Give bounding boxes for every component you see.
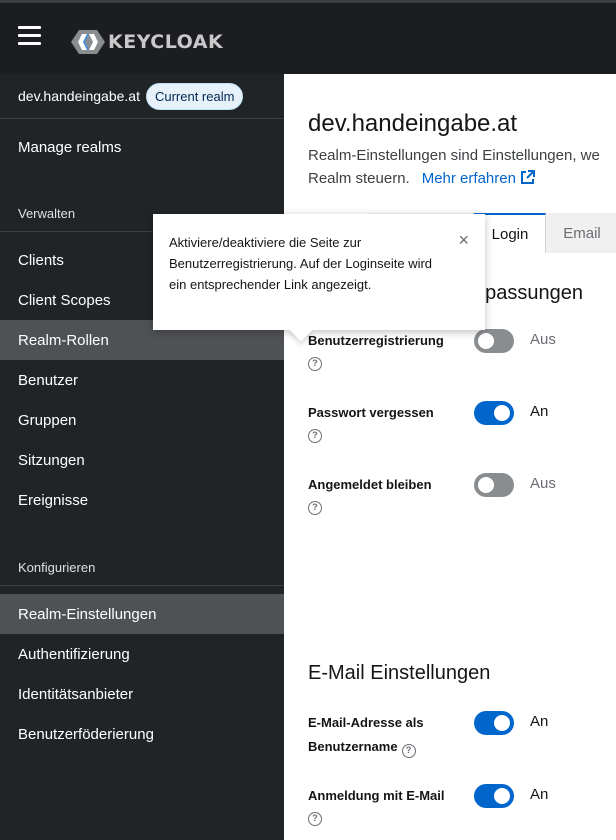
page-description-line1: Realm-Einstellungen sind Einstellungen, … [308, 147, 600, 164]
toggle-switch[interactable] [474, 711, 514, 735]
help-icon[interactable]: ? [308, 812, 322, 826]
help-popover-text: Aktiviere/deaktiviere die Seite zur Benu… [169, 235, 433, 292]
hamburger-menu-icon[interactable] [18, 26, 41, 50]
sidebar: dev.handeingabe.at Current realm Manage … [0, 74, 284, 840]
toggle-switch[interactable] [474, 329, 514, 353]
learn-more-label: Mehr erfahren [421, 170, 516, 187]
current-realm-badge: Current realm [145, 82, 244, 110]
section-heading-email: E-Mail Einstellungen [308, 662, 491, 684]
learn-more-link[interactable]: Mehr erfahren [422, 170, 535, 187]
sidebar-item-sitzungen[interactable]: Sitzungen [0, 440, 284, 480]
toggle-knob [494, 788, 510, 804]
page-description-line2-text: Realm steuern. [308, 170, 410, 187]
form-label: Anmeldung mit E-Mail [308, 788, 445, 803]
sidebar-item-identitaetsanbieter[interactable]: Identitätsanbieter [0, 674, 284, 714]
sidebar-section-konfigurieren: Konfigurieren [18, 560, 96, 575]
toggle-knob [478, 333, 494, 349]
toggle-switch[interactable] [474, 784, 514, 808]
form-row-benutzerregistrierung: Benutzerregistrierung ? Aus [308, 329, 616, 371]
sidebar-item-ereignisse[interactable]: Ereignisse [0, 480, 284, 520]
keycloak-logo-text: KEYCLOAK [108, 31, 224, 53]
tab-email[interactable]: Email [546, 213, 616, 253]
toggle-state-label: An [530, 713, 549, 730]
sidebar-item-benutzerfoederierung[interactable]: Benutzerföderierung [0, 714, 284, 754]
help-icon[interactable]: ? [308, 501, 322, 515]
toggle-state-label: An [530, 786, 549, 803]
toggle-switch[interactable] [474, 401, 514, 425]
form-row-angemeldet-bleiben: Angemeldet bleiben ? Aus [308, 473, 616, 515]
form-row-email-als-benutzername: E-Mail-Adresse als Benutzername? An [308, 711, 616, 759]
sidebar-item-realm-einstellungen[interactable]: Realm-Einstellungen [0, 594, 284, 634]
help-icon[interactable]: ? [308, 429, 322, 443]
toggle-switch[interactable] [474, 473, 514, 497]
sidebar-item-gruppen[interactable]: Gruppen [0, 400, 284, 440]
form-row-anmeldung-mit-email: Anmeldung mit E-Mail ? An [308, 784, 616, 826]
help-icon[interactable]: ? [308, 357, 322, 371]
toggle-state-label: An [530, 403, 549, 420]
toggle-knob [494, 715, 510, 731]
main-content: dev.handeingabe.at Realm-Einstellungen s… [284, 74, 616, 840]
sidebar-item-authentifizierung[interactable]: Authentifizierung [0, 634, 284, 674]
sidebar-item-benutzer[interactable]: Benutzer [0, 360, 284, 400]
help-icon[interactable]: ? [401, 744, 416, 758]
toggle-state-label: Aus [530, 331, 556, 348]
realm-selector[interactable]: dev.handeingabe.at Current realm [0, 74, 284, 119]
form-label: E-Mail-Adresse als Benutzername? [308, 711, 463, 759]
page-description: Realm-Einstellungen sind Einstellungen, … [308, 144, 616, 190]
form-label: Benutzerregistrierung [308, 333, 444, 348]
toggle-knob [494, 405, 510, 421]
masthead: KEYCLOAK [0, 0, 616, 74]
section-heading-login: npassungen [474, 282, 583, 304]
help-popover: Aktiviere/deaktiviere die Seite zur Benu… [153, 214, 485, 342]
form-label: Angemeldet bleiben [308, 477, 432, 492]
toggle-state-label: Aus [530, 475, 556, 492]
page-title: dev.handeingabe.at [308, 110, 518, 137]
keycloak-logo[interactable]: KEYCLOAK [70, 27, 223, 57]
toggle-knob [478, 477, 494, 493]
close-icon[interactable]: × [458, 231, 469, 249]
form-row-passwort-vergessen: Passwort vergessen ? An [308, 401, 616, 443]
page-description-line2: Realm steuern. Mehr erfahren [308, 167, 616, 190]
keycloak-logo-icon [71, 30, 105, 54]
form-label: Passwort vergessen [308, 405, 434, 420]
external-link-icon [520, 170, 535, 184]
realm-name: dev.handeingabe.at [18, 88, 140, 104]
sidebar-item-manage-realms[interactable]: Manage realms [0, 127, 284, 167]
